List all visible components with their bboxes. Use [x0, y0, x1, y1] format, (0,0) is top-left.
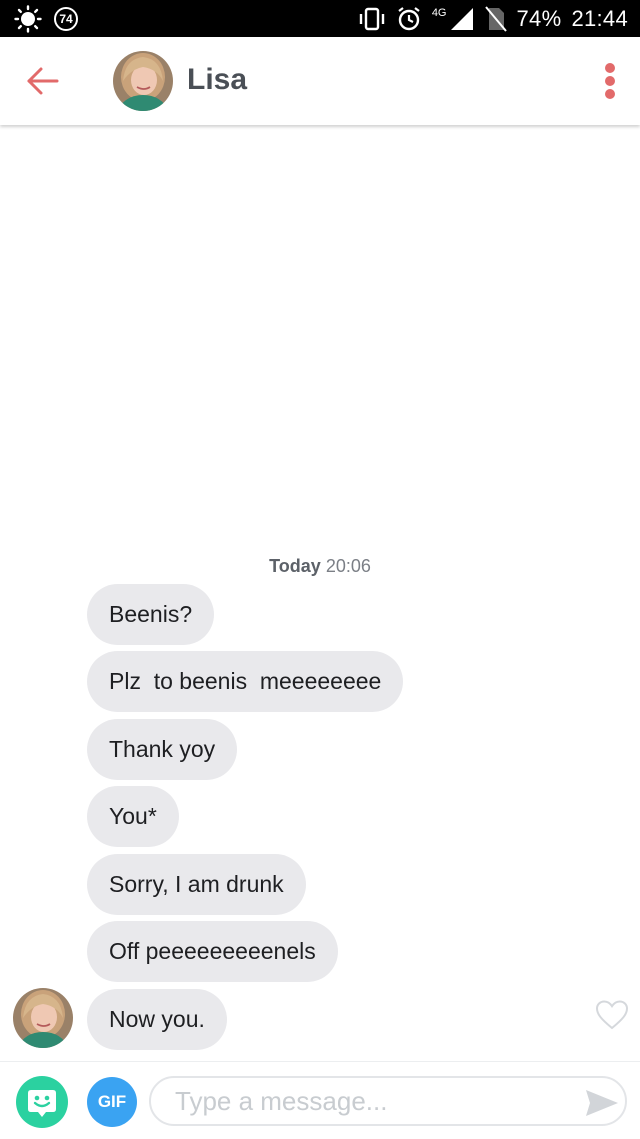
sender-avatar[interactable] — [13, 988, 73, 1048]
like-heart-icon[interactable] — [595, 999, 629, 1031]
message-bubble[interactable]: Beenis? — [87, 584, 215, 645]
brightness-icon — [14, 5, 42, 33]
sticker-icon — [28, 1090, 56, 1117]
message-bubble[interactable]: Plz to beenis meeeeeeee — [87, 651, 404, 712]
status-bar: 74 4G 74% 21:44 — [0, 0, 640, 37]
vibrate-icon — [359, 7, 385, 31]
send-icon[interactable] — [584, 1088, 620, 1118]
notification-badge: 74 — [54, 7, 78, 31]
sticker-button[interactable] — [16, 1076, 68, 1128]
network-type-label: 4G — [431, 7, 447, 19]
signal-icon — [450, 8, 473, 30]
clock: 21:44 — [571, 6, 628, 31]
gif-button[interactable]: GIF — [87, 1077, 137, 1127]
message-bubble[interactable]: Thank yoy — [87, 719, 238, 780]
alarm-icon — [398, 7, 420, 31]
message-bubble[interactable]: Sorry, I am drunk — [87, 854, 306, 915]
more-options-icon[interactable] — [596, 61, 624, 101]
no-sim-icon — [484, 6, 507, 32]
message-bubble[interactable]: You* — [87, 786, 179, 847]
contact-avatar[interactable] — [113, 51, 173, 111]
message-bubble[interactable]: Off peeeeeeeeenels — [87, 921, 338, 982]
chat-header: Lisa — [0, 37, 640, 125]
message-bubble[interactable]: Now you. — [87, 989, 227, 1050]
message-composer: GIF — [0, 1061, 640, 1139]
timestamp-date: Today — [269, 556, 321, 576]
back-arrow-icon[interactable] — [24, 63, 62, 99]
battery-level: 74% — [516, 6, 562, 31]
conversation-timestamp: Today 20:06 — [0, 556, 640, 577]
message-input[interactable] — [149, 1076, 627, 1126]
timestamp-time: 20:06 — [325, 556, 371, 576]
contact-name[interactable]: Lisa — [187, 63, 247, 97]
